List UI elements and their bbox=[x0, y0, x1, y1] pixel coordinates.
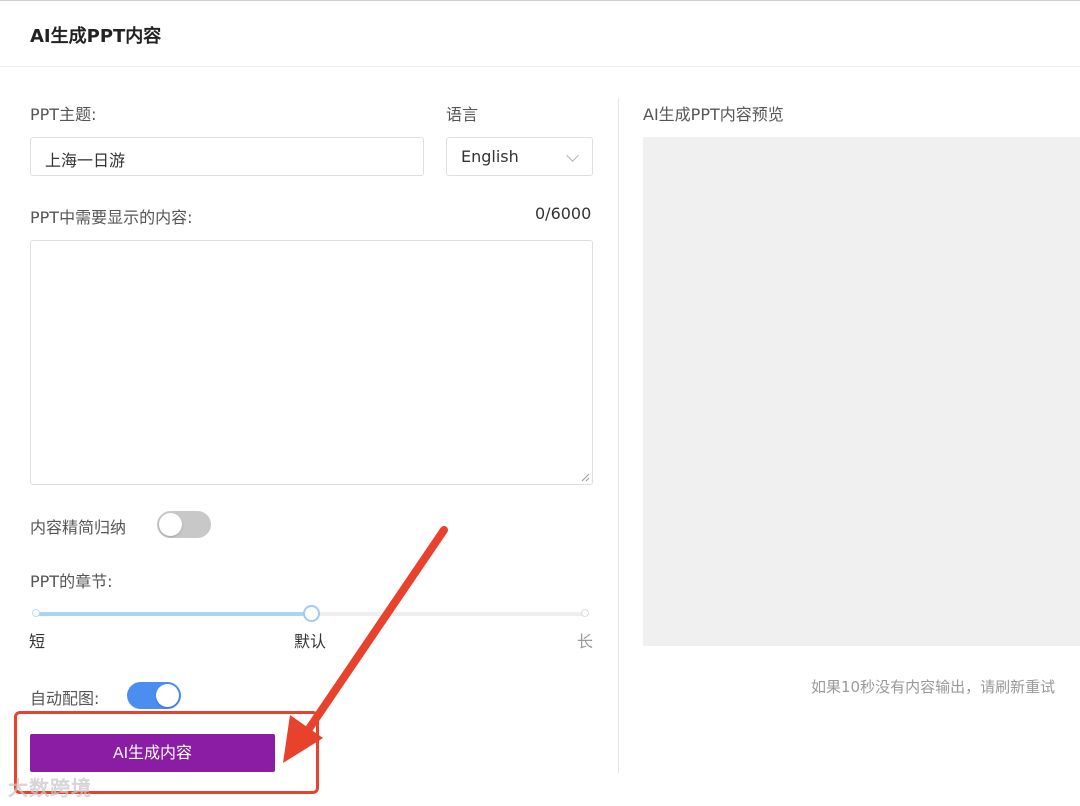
preview-title: AI生成PPT内容预览 bbox=[643, 105, 784, 124]
preview-area bbox=[643, 137, 1080, 646]
watermark-logo: 大数跨境 bbox=[8, 772, 92, 801]
panel-divider bbox=[618, 98, 619, 773]
watermark-text: 大数跨境 bbox=[8, 776, 92, 800]
preview-hint: 如果10秒没有内容输出，请刷新重试 bbox=[811, 678, 1056, 696]
